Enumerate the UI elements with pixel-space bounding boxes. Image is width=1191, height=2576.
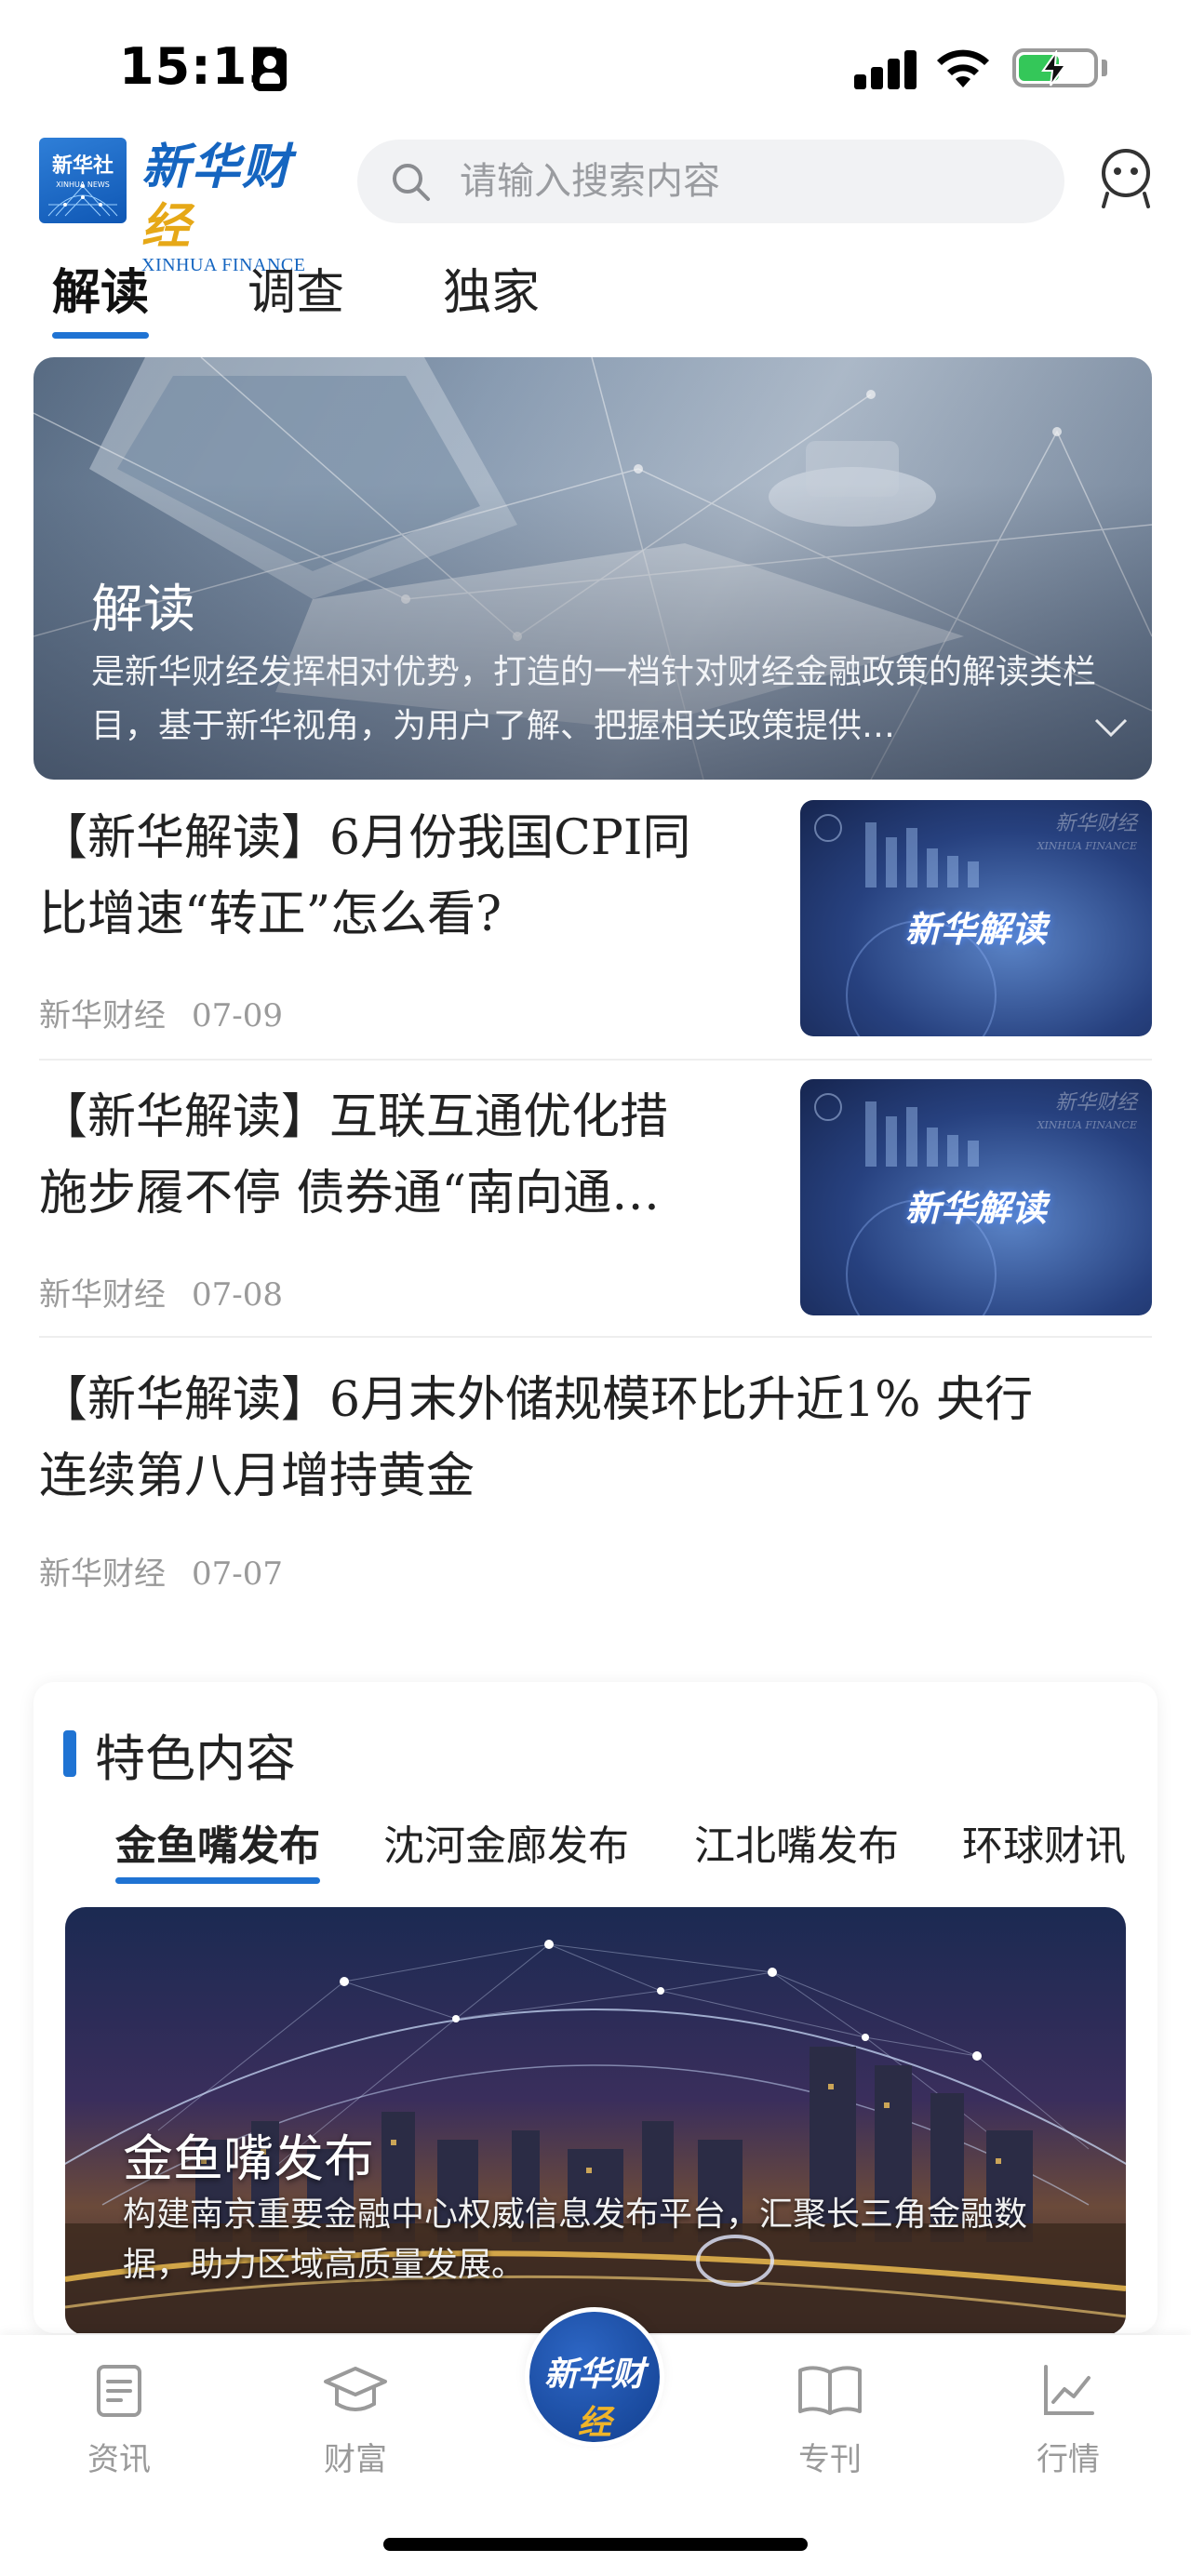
- thumbnail-brand: 新华财经 XINHUA FINANCE: [1037, 812, 1137, 853]
- news-thumbnail: 新华财经 XINHUA FINANCE 新华解读: [800, 800, 1152, 1036]
- thumbnail-brand: 新华财经 XINHUA FINANCE: [1037, 1091, 1137, 1132]
- nav-label: 行情: [1037, 2441, 1100, 2478]
- search-icon: [393, 164, 430, 201]
- globe-network-icon: [47, 184, 118, 217]
- section-accent-bar: [63, 1730, 76, 1777]
- news-date: 07-09: [192, 997, 284, 1034]
- nav-wealth[interactable]: 财富: [290, 2361, 421, 2479]
- news-item[interactable]: 【新华解读】6月份我国CPI同 比增速“转正”怎么看? 新华财经 07-09 新华…: [39, 800, 1152, 1042]
- news-thumbnail: 新华财经 XINHUA FINANCE 新华解读: [800, 1079, 1152, 1315]
- news-title: 【新华解读】6月末外储规模环比升近1% 央行 连续第八月增持黄金: [39, 1372, 1034, 1504]
- home-center-button[interactable]: 新华财经 XINHUA FINANCE: [525, 2307, 664, 2460]
- charging-bolt-icon: [1041, 50, 1067, 87]
- tab-label: 解读: [52, 265, 150, 321]
- section-title: 特色内容: [95, 1729, 296, 1788]
- banner-title: 解读: [91, 580, 195, 640]
- chevron-down-icon[interactable]: [1092, 714, 1130, 741]
- divider: [39, 1059, 1152, 1061]
- news-date: 07-07: [192, 1555, 284, 1593]
- column-banner[interactable]: 解读 是新华财经发挥相对优势，打造的一档针对财经金融政策的解读类栏目，基于新华视…: [33, 357, 1152, 780]
- news-meta: 新华财经 07-07: [39, 1548, 283, 1594]
- active-tab-indicator: [115, 1877, 320, 1884]
- news-title: 【新华解读】互联互通优化措 施步履不停 债券通“南向通…: [39, 1089, 669, 1221]
- robot-face-icon[interactable]: [1098, 147, 1154, 208]
- document-icon: [97, 2365, 141, 2417]
- search-bar[interactable]: [357, 140, 1064, 223]
- news-source: 新华财经: [39, 997, 166, 1034]
- news-title: 【新华解读】6月份我国CPI同 比增速“转正”怎么看?: [39, 810, 691, 942]
- tab-label: 江北嘴发布: [694, 1822, 899, 1870]
- tab-investigation[interactable]: 调查: [248, 251, 344, 344]
- line-chart-icon: [1044, 2365, 1094, 2415]
- thumbnail-label: 新华解读: [904, 909, 1047, 950]
- app-header: 新华社 XINHUA NEWS 新华财经 XINHUA FINANCE: [0, 130, 1191, 275]
- brand-cn: 新华财经: [141, 139, 293, 255]
- news-meta: 新华财经 07-09: [39, 990, 283, 1035]
- thumbnail-label: 新华解读: [904, 1188, 1047, 1229]
- nav-market[interactable]: 行情: [1003, 2361, 1133, 2479]
- news-meta: 新华财经 07-08: [39, 1269, 283, 1315]
- news-date: 07-08: [192, 1276, 284, 1314]
- home-indicator: [383, 2538, 808, 2551]
- tab-label: 沈河金廊发布: [383, 1822, 629, 1870]
- tab-label: 环球财讯: [962, 1822, 1126, 1870]
- tab-interpretation[interactable]: 解读: [52, 251, 150, 344]
- graduation-cap-icon: [324, 2367, 387, 2411]
- tab-label: 独家: [443, 265, 541, 321]
- news-source: 新华财经: [39, 1276, 166, 1314]
- xinhua-finance-logo[interactable]: 新华财经 XINHUA FINANCE: [141, 138, 318, 275]
- logo-badge-cn: 新华社: [51, 153, 114, 178]
- active-tab-indicator: [52, 332, 150, 339]
- xinhua-finance-home-icon: 新华财经 XINHUA FINANCE: [529, 2312, 660, 2460]
- news-item[interactable]: 【新华解读】6月末外储规模环比升近1% 央行 连续第八月增持黄金 新华财经 07-…: [39, 1362, 1152, 1604]
- feature-card-description: 构建南京重要金融中心权威信息发布平台，汇聚长三角金融数据，助力区域高质量发展。: [123, 2196, 1028, 2284]
- banner-description: 是新华财经发挥相对优势，打造的一档针对财经金融政策的解读类栏目，基于新华视角，为…: [91, 653, 1097, 745]
- news-item[interactable]: 【新华解读】互联互通优化措 施步履不停 债券通“南向通… 新华财经 07-08 新…: [39, 1079, 1152, 1321]
- tab-label: 调查: [248, 265, 345, 321]
- nav-label: 财富: [324, 2441, 387, 2478]
- tab-global-finance[interactable]: 环球财讯: [962, 1812, 1126, 1887]
- xinhua-news-logo[interactable]: 新华社 XINHUA NEWS: [39, 138, 127, 223]
- tab-jiangbeizui[interactable]: 江北嘴发布: [694, 1812, 899, 1887]
- feature-card-title: 金鱼嘴发布: [123, 2129, 374, 2188]
- cellular-signal-icon: [854, 47, 919, 89]
- open-book-icon: [798, 2366, 862, 2415]
- tab-label: 金鱼嘴发布: [115, 1822, 320, 1870]
- search-input[interactable]: [460, 140, 1037, 223]
- news-source: 新华财经: [39, 1555, 166, 1593]
- divider: [39, 1336, 1152, 1338]
- nav-special-issue[interactable]: 专刊: [765, 2361, 895, 2479]
- person-badge-icon: [253, 48, 287, 91]
- battery-cap: [1102, 60, 1107, 76]
- nav-label: 资讯: [87, 2441, 151, 2478]
- tab-jinyuzui[interactable]: 金鱼嘴发布: [115, 1812, 320, 1887]
- status-bar: 15:15: [0, 0, 1191, 130]
- tab-shenhe[interactable]: 沈河金廊发布: [383, 1812, 629, 1887]
- nav-news[interactable]: 资讯: [54, 2361, 184, 2479]
- nav-label: 专刊: [798, 2441, 862, 2478]
- wifi-icon: [937, 49, 989, 87]
- tab-exclusive[interactable]: 独家: [443, 251, 540, 344]
- category-tabs: 解读 调查 独家: [0, 251, 1191, 344]
- feature-card[interactable]: 金鱼嘴发布 构建南京重要金融中心权威信息发布平台，汇聚长三角金融数据，助力区域高…: [65, 1907, 1126, 2333]
- featured-section: 特色内容 金鱼嘴发布 沈河金廊发布 江北嘴发布 环球财讯 金鱼嘴发布 构建南京重…: [33, 1682, 1158, 2333]
